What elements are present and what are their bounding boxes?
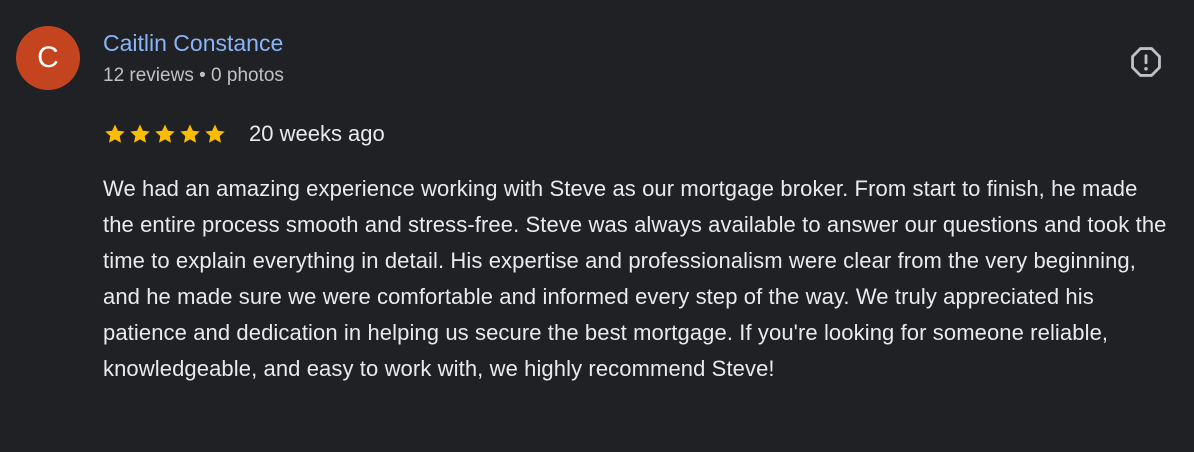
review-card: C Caitlin Constance 12 reviews • 0 photo… xyxy=(0,0,1194,452)
reviewer-name-link[interactable]: Caitlin Constance xyxy=(103,28,283,58)
star-icon xyxy=(180,124,200,143)
rating-row: 20 weeks ago xyxy=(103,118,385,150)
star-rating xyxy=(103,122,227,146)
review-text: We had an amazing experience working wit… xyxy=(103,176,1167,381)
star-icon xyxy=(155,124,175,143)
avatar[interactable]: C xyxy=(16,26,80,90)
star-icon xyxy=(205,124,225,143)
review-date: 20 weeks ago xyxy=(249,121,385,146)
report-icon xyxy=(1131,47,1161,77)
star-icon xyxy=(130,124,150,143)
reviewer-meta: 12 reviews • 0 photos xyxy=(103,65,284,86)
star-icon xyxy=(105,124,125,143)
avatar-initial: C xyxy=(37,41,59,74)
report-button[interactable] xyxy=(1128,44,1164,80)
